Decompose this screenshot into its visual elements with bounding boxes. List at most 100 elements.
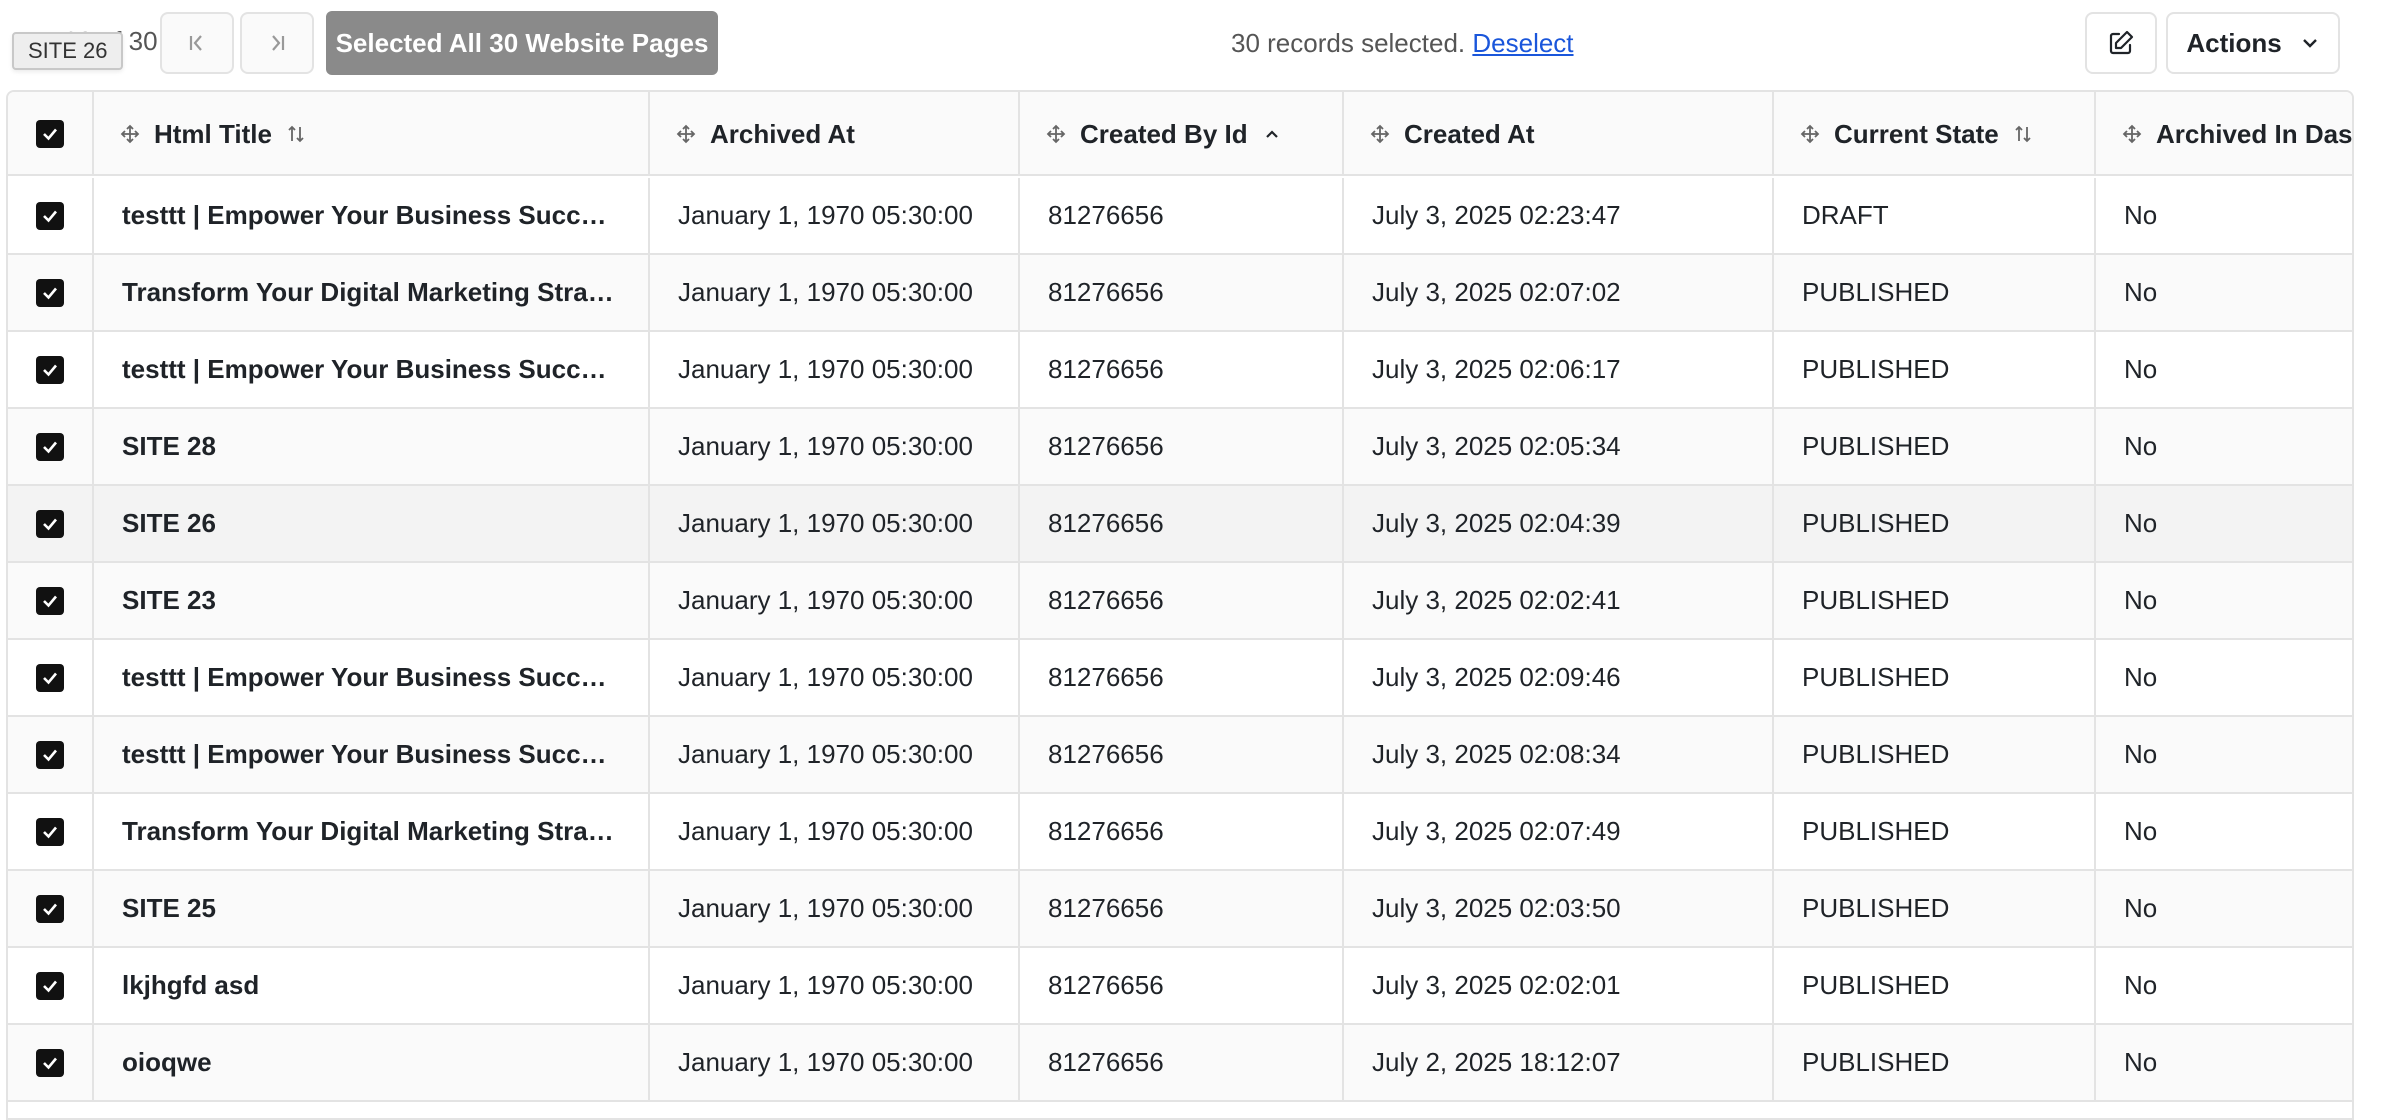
- last-page-button[interactable]: [240, 12, 314, 74]
- cell-text: Transform Your Digital Marketing Strateg…: [122, 816, 620, 846]
- cell-html-title[interactable]: SITE 26: [94, 486, 650, 561]
- cell-select: [8, 1025, 94, 1100]
- cell-created-by-id: 81276656: [1020, 332, 1344, 407]
- cell-html-title[interactable]: lkjhgfd asd: [94, 948, 650, 1023]
- sort-both-icon[interactable]: [2013, 124, 2033, 144]
- column-header-current-state[interactable]: Current State: [1774, 92, 2096, 176]
- column-label: Archived In Dash: [2156, 118, 2354, 149]
- sort-both-icon[interactable]: [286, 124, 306, 144]
- cell-text: No: [2124, 585, 2158, 615]
- cell-archived-in-dashboard: No: [2096, 948, 2352, 1023]
- check-icon: [43, 672, 57, 684]
- cell-created-at: July 3, 2025 02:04:39: [1344, 486, 1774, 561]
- deselect-link[interactable]: Deselect: [1472, 28, 1573, 58]
- column-move-handle[interactable]: [676, 124, 696, 144]
- cell-current-state: PUBLISHED: [1774, 486, 2096, 561]
- column-move-handle[interactable]: [1370, 124, 1390, 144]
- cell-html-title[interactable]: testtt | Empower Your Business Success .…: [94, 717, 650, 792]
- cell-text: PUBLISHED: [1802, 739, 1950, 769]
- cell-html-title[interactable]: Transform Your Digital Marketing Strateg…: [94, 255, 650, 330]
- column-sort-toggle[interactable]: [1262, 124, 1282, 144]
- column-label: Archived At: [710, 118, 855, 149]
- column-sort-toggle[interactable]: [286, 124, 306, 144]
- cell-text: SITE 26: [122, 508, 216, 538]
- sort-asc-icon[interactable]: [1262, 124, 1282, 144]
- first-page-button[interactable]: [160, 12, 234, 74]
- table-row[interactable]: testtt | Empower Your Business Success .…: [8, 640, 2352, 717]
- cell-html-title[interactable]: testtt | Empower Your Business Success .…: [94, 178, 650, 253]
- drag-handle-icon[interactable]: [1800, 124, 1820, 144]
- column-move-handle[interactable]: [1046, 124, 1066, 144]
- column-header-created-at[interactable]: Created At: [1344, 92, 1774, 176]
- cell-current-state: PUBLISHED: [1774, 332, 2096, 407]
- cell-html-title[interactable]: SITE 23: [94, 563, 650, 638]
- drag-handle-icon[interactable]: [1046, 124, 1066, 144]
- row-checkbox[interactable]: [36, 894, 64, 923]
- row-checkbox[interactable]: [36, 355, 64, 384]
- row-checkbox[interactable]: [36, 971, 64, 1000]
- table-row[interactable]: SITE 28 January 1, 1970 05:30:00 81276656 J…: [8, 409, 2352, 486]
- check-icon: [43, 210, 57, 222]
- cell-text: SITE 25: [122, 893, 216, 923]
- column-sort-toggle[interactable]: [2013, 124, 2033, 144]
- cell-created-at: July 3, 2025 02:05:34: [1344, 409, 1774, 484]
- cell-text: PUBLISHED: [1802, 585, 1950, 615]
- drag-handle-icon[interactable]: [2122, 124, 2142, 144]
- drag-handle-icon[interactable]: [1370, 124, 1390, 144]
- table-row[interactable]: testtt | Empower Your Business Success .…: [8, 178, 2352, 255]
- cell-select: [8, 178, 94, 253]
- row-checkbox[interactable]: [36, 1048, 64, 1077]
- column-header-archived-in-dashboard[interactable]: Archived In Dash: [2096, 92, 2354, 176]
- cell-text: PUBLISHED: [1802, 970, 1950, 1000]
- column-header-archived-at[interactable]: Archived At: [650, 92, 1020, 176]
- cell-html-title[interactable]: oioqwe: [94, 1025, 650, 1100]
- column-header-created-by-id[interactable]: Created By Id: [1020, 92, 1344, 176]
- table-row[interactable]: Transform Your Digital Marketing Strateg…: [8, 794, 2352, 871]
- select-all-checkbox[interactable]: [36, 120, 64, 148]
- cell-text: testtt | Empower Your Business Success .…: [122, 200, 620, 230]
- row-checkbox[interactable]: [36, 201, 64, 230]
- column-move-handle[interactable]: [2122, 124, 2142, 144]
- table-row[interactable]: testtt | Empower Your Business Success .…: [8, 717, 2352, 794]
- table-row[interactable]: SITE 23 January 1, 1970 05:30:00 81276656 J…: [8, 563, 2352, 640]
- cell-html-title[interactable]: SITE 25: [94, 871, 650, 946]
- cell-text: No: [2124, 277, 2158, 307]
- cell-archived-at: January 1, 1970 05:30:00: [650, 717, 1020, 792]
- row-checkbox[interactable]: [36, 278, 64, 307]
- cell-text: lkjhgfd asd: [122, 970, 260, 1000]
- column-header-html-title[interactable]: Html Title: [94, 92, 650, 176]
- row-checkbox[interactable]: [36, 817, 64, 846]
- check-icon: [43, 364, 57, 376]
- cell-text: July 3, 2025 02:07:49: [1372, 816, 1621, 846]
- check-icon: [43, 749, 57, 761]
- cell-html-title[interactable]: testtt | Empower Your Business Success .…: [94, 640, 650, 715]
- row-checkbox[interactable]: [36, 509, 64, 538]
- table-row[interactable]: lkjhgfd asd January 1, 1970 05:30:00 81276…: [8, 948, 2352, 1025]
- cell-archived-in-dashboard: No: [2096, 332, 2352, 407]
- cell-html-title[interactable]: Transform Your Digital Marketing Strateg…: [94, 794, 650, 869]
- column-move-handle[interactable]: [1800, 124, 1820, 144]
- row-checkbox[interactable]: [36, 663, 64, 692]
- edit-button[interactable]: [2085, 12, 2157, 74]
- row-checkbox[interactable]: [36, 740, 64, 769]
- cell-archived-in-dashboard: No: [2096, 409, 2352, 484]
- cell-text: No: [2124, 970, 2158, 1000]
- table-row[interactable]: SITE 25 January 1, 1970 05:30:00 81276656 J…: [8, 871, 2352, 948]
- table-row[interactable]: testtt | Empower Your Business Success .…: [8, 332, 2352, 409]
- table-row[interactable]: oioqwe January 1, 1970 05:30:00 81276656 Ju…: [8, 1025, 2352, 1102]
- selected-all-button[interactable]: Selected All 30 Website Pages: [326, 11, 718, 75]
- column-move-handle[interactable]: [120, 124, 140, 144]
- cell-archived-in-dashboard: No: [2096, 563, 2352, 638]
- table-row[interactable]: SITE 26 January 1, 1970 05:30:00 81276656 J…: [8, 486, 2352, 563]
- cell-text: 81276656: [1048, 431, 1164, 461]
- cell-created-at: July 3, 2025 02:09:46: [1344, 640, 1774, 715]
- select-all-cell: [8, 92, 94, 176]
- actions-button[interactable]: Actions: [2166, 12, 2340, 74]
- drag-handle-icon[interactable]: [120, 124, 140, 144]
- table-row[interactable]: Transform Your Digital Marketing Strateg…: [8, 255, 2352, 332]
- cell-html-title[interactable]: testtt | Empower Your Business Success .…: [94, 332, 650, 407]
- drag-handle-icon[interactable]: [676, 124, 696, 144]
- row-checkbox[interactable]: [36, 432, 64, 461]
- row-checkbox[interactable]: [36, 586, 64, 615]
- cell-html-title[interactable]: SITE 28: [94, 409, 650, 484]
